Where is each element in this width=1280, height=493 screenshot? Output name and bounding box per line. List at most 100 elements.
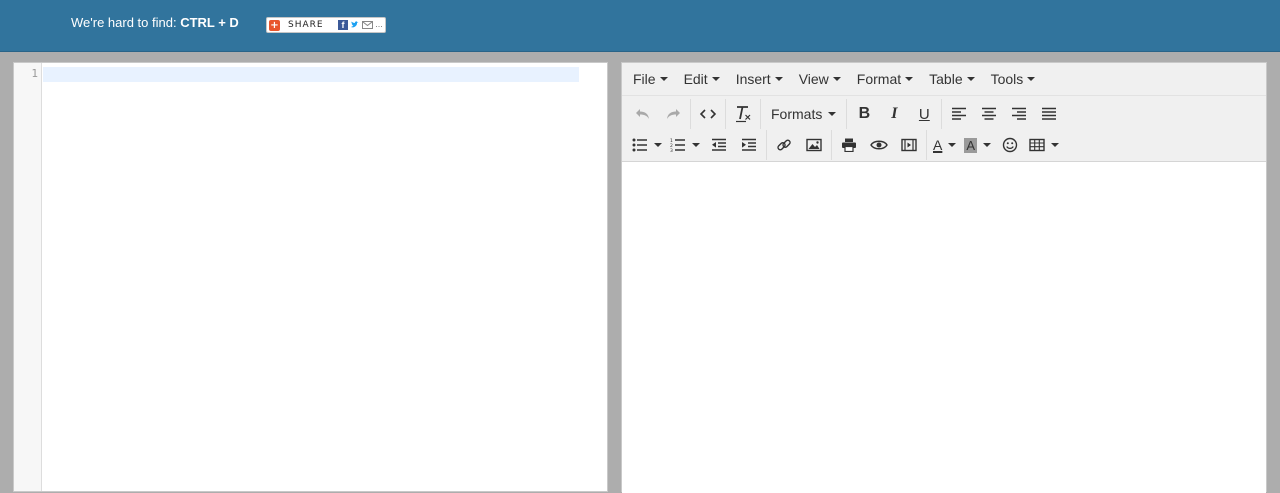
- share-button[interactable]: + SHARE f …: [266, 17, 386, 33]
- code-editor[interactable]: 1: [13, 62, 608, 492]
- line-number: 1: [31, 67, 38, 80]
- align-right-button[interactable]: [1004, 101, 1034, 127]
- link-icon: [776, 137, 792, 153]
- outdent-button[interactable]: [704, 132, 734, 158]
- menu-insert-label: Insert: [735, 71, 771, 87]
- share-plus-icon: +: [269, 19, 280, 31]
- caret-down-icon: [966, 77, 975, 81]
- indent-button[interactable]: [734, 132, 764, 158]
- menu-tools-label: Tools: [990, 71, 1024, 87]
- underline-icon: U: [918, 105, 930, 123]
- print-button[interactable]: [834, 132, 864, 158]
- background-color-button[interactable]: A: [960, 132, 995, 158]
- background-color-icon: A: [964, 137, 978, 153]
- twitter-icon: [350, 20, 360, 30]
- italic-icon: I: [891, 105, 898, 122]
- image-button[interactable]: [799, 132, 829, 158]
- redo-button[interactable]: [658, 101, 688, 127]
- share-label: SHARE: [288, 20, 324, 30]
- caret-down-icon: [832, 77, 841, 81]
- svg-text:3: 3: [670, 148, 673, 152]
- table-button[interactable]: [1025, 132, 1063, 158]
- redo-icon: [665, 107, 681, 121]
- media-icon: [901, 138, 917, 152]
- email-icon: [362, 21, 373, 29]
- table-icon: [1029, 138, 1045, 152]
- color-group: A A: [927, 130, 1065, 160]
- outdent-icon: [711, 138, 727, 152]
- bold-icon: B: [858, 105, 871, 122]
- caret-down-icon: [711, 77, 720, 81]
- emoticons-button[interactable]: [995, 132, 1025, 158]
- italic-button[interactable]: I: [879, 101, 909, 127]
- menu-edit[interactable]: Edit: [676, 71, 728, 87]
- source-code-button[interactable]: [693, 101, 723, 127]
- top-banner: We're hard to find: CTRL + D + SHARE f …: [0, 0, 1280, 52]
- formats-group: Formats: [761, 99, 848, 129]
- undo-icon: [635, 107, 651, 121]
- formats-label: Formats: [771, 106, 823, 122]
- insert-group: [767, 130, 832, 160]
- align-right-icon: [1011, 107, 1027, 121]
- menu-table-label: Table: [929, 71, 963, 87]
- tagline-hotkey: CTRL + D: [180, 15, 239, 30]
- menu-view[interactable]: View: [791, 71, 849, 87]
- bookmark-tagline: We're hard to find: CTRL + D: [71, 15, 239, 30]
- align-left-icon: [951, 107, 967, 121]
- source-code-icon: [700, 108, 716, 120]
- numbered-list-button[interactable]: 123: [666, 132, 704, 158]
- bullet-list-icon: [632, 138, 648, 152]
- menu-tools[interactable]: Tools: [983, 71, 1044, 87]
- formats-dropdown[interactable]: Formats: [763, 101, 844, 127]
- menu-format-label: Format: [856, 71, 902, 87]
- history-group: [626, 99, 691, 129]
- preview-button[interactable]: [864, 132, 894, 158]
- share-more-icon: …: [375, 20, 383, 29]
- toolbar-row-1: Formats B I U: [626, 99, 1066, 129]
- caret-down-icon: [1027, 77, 1036, 81]
- bullet-list-button[interactable]: [628, 132, 666, 158]
- list-group: 123: [626, 130, 767, 160]
- preview-icon: [870, 139, 888, 151]
- tagline-text: We're hard to find:: [71, 15, 181, 30]
- menu-view-label: View: [798, 71, 829, 87]
- editor-header: File Edit Insert View Format Table Tools: [622, 63, 1266, 162]
- text-color-icon: A: [933, 137, 943, 153]
- bold-button[interactable]: B: [849, 101, 879, 127]
- clear-formatting-icon: [734, 105, 752, 123]
- menu-table[interactable]: Table: [921, 71, 982, 87]
- align-center-icon: [981, 107, 997, 121]
- link-button[interactable]: [769, 132, 799, 158]
- menu-bar: File Edit Insert View Format Table Tools: [622, 63, 1266, 96]
- indent-icon: [741, 138, 757, 152]
- clear-group: [726, 99, 761, 129]
- caret-down-icon: [692, 143, 700, 147]
- share-service-icons: f …: [338, 20, 383, 30]
- style-group: B I U: [847, 99, 943, 129]
- caret-down-icon: [654, 143, 662, 147]
- undo-button[interactable]: [628, 101, 658, 127]
- media-button[interactable]: [894, 132, 924, 158]
- editor-content-area[interactable]: [622, 162, 1266, 493]
- line-number-gutter: 1: [14, 63, 42, 491]
- caret-down-icon: [828, 112, 837, 116]
- clear-formatting-button[interactable]: [728, 101, 758, 127]
- menu-file[interactable]: File: [625, 71, 676, 87]
- text-color-button[interactable]: A: [929, 132, 960, 158]
- underline-button[interactable]: U: [909, 101, 939, 127]
- numbered-list-icon: 123: [670, 138, 686, 152]
- caret-down-icon: [905, 77, 914, 81]
- facebook-icon: f: [338, 20, 348, 30]
- active-line-highlight[interactable]: [43, 67, 579, 82]
- align-left-button[interactable]: [944, 101, 974, 127]
- align-center-button[interactable]: [974, 101, 1004, 127]
- emoticons-icon: [1002, 137, 1018, 153]
- menu-edit-label: Edit: [683, 71, 708, 87]
- menu-format[interactable]: Format: [849, 71, 921, 87]
- print-icon: [841, 138, 857, 152]
- view-group: [832, 130, 927, 160]
- menu-insert[interactable]: Insert: [728, 71, 791, 87]
- align-justify-button[interactable]: [1034, 101, 1064, 127]
- caret-down-icon: [774, 77, 783, 81]
- menu-file-label: File: [633, 71, 656, 87]
